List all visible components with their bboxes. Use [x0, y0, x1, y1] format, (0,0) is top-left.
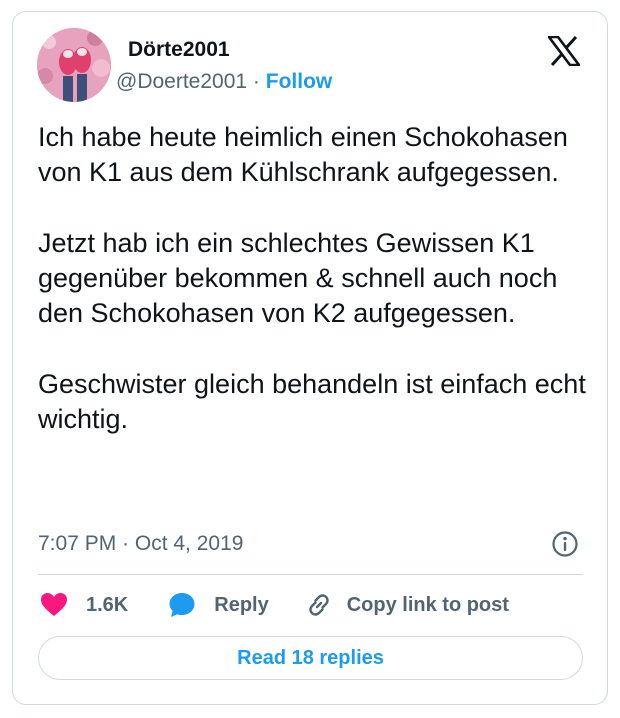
copy-link-label: Copy link to post	[346, 593, 509, 616]
handle-row: @Doerte2001 · Follow	[116, 68, 332, 96]
info-icon[interactable]	[551, 530, 579, 558]
follow-button[interactable]: Follow	[266, 70, 333, 93]
like-count: 1.6K	[86, 593, 129, 616]
copy-link-button[interactable]: Copy link to post	[305, 591, 509, 619]
author-handle[interactable]: @Doerte2001	[116, 70, 247, 93]
author-name[interactable]: Dörte2001	[128, 37, 230, 63]
action-bar: 1.6K Reply Copy link to post	[40, 588, 509, 622]
x-logo-icon[interactable]	[546, 35, 582, 67]
reply-button[interactable]: Reply	[168, 591, 269, 619]
link-icon	[309, 594, 329, 616]
reply-label: Reply	[214, 593, 269, 616]
timestamp[interactable]: 7:07 PM · Oct 4, 2019	[38, 530, 243, 558]
avatar-image	[37, 28, 111, 102]
tweet-paragraph: Ich habe heute heimlich einen Schokohase…	[38, 122, 568, 187]
divider	[38, 574, 583, 575]
separator-dot: ·	[252, 70, 260, 93]
tweet-paragraph: Jetzt hab ich ein schlechtes Gewissen K1…	[38, 228, 558, 328]
heart-icon	[41, 593, 67, 616]
read-replies-button[interactable]: Read 18 replies	[38, 636, 583, 680]
avatar[interactable]	[37, 28, 111, 102]
speech-bubble-icon	[169, 593, 195, 617]
tweet-text: Ich habe heute heimlich einen Schokohase…	[38, 120, 594, 437]
tweet-card: Dörte2001 @Doerte2001 · Follow Ich habe …	[12, 11, 608, 705]
tweet-paragraph: Geschwister gleich behandeln ist einfach…	[38, 369, 586, 434]
like-button[interactable]: 1.6K	[40, 592, 128, 618]
